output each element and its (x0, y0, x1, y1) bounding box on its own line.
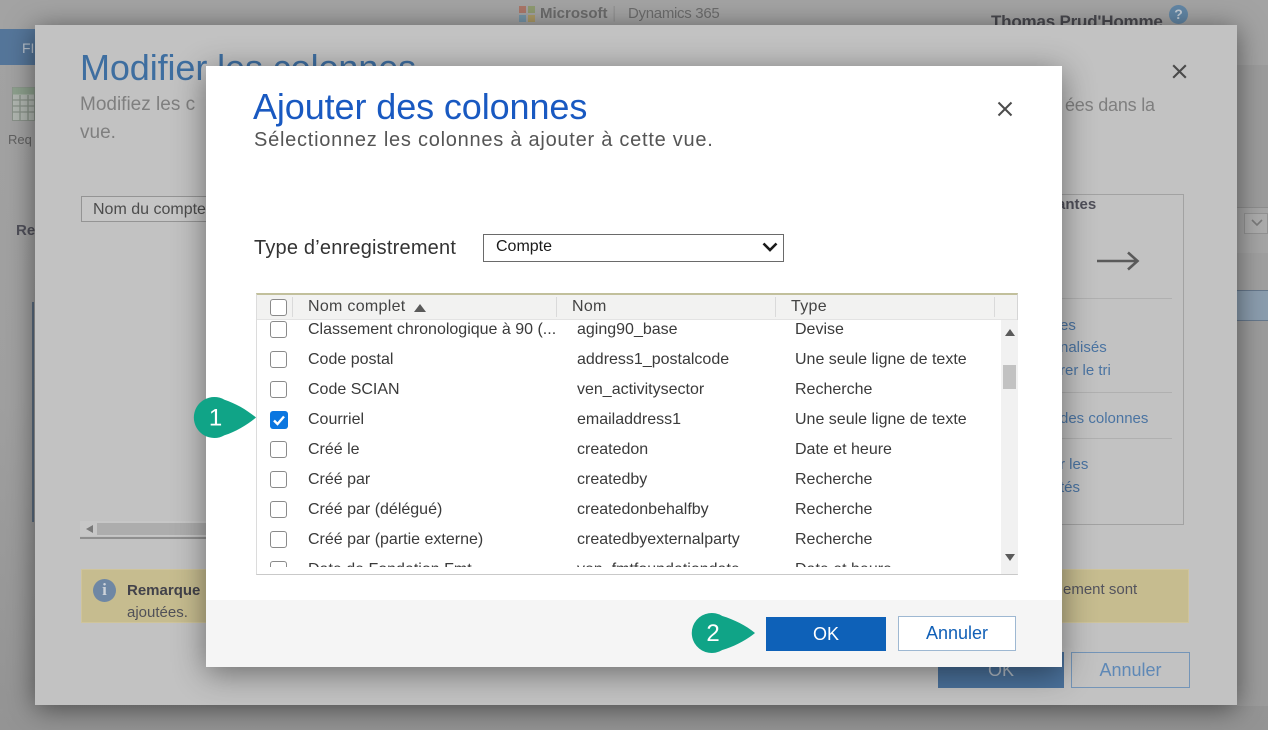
svg-text:2: 2 (706, 620, 719, 647)
svg-text:1: 1 (209, 405, 222, 432)
